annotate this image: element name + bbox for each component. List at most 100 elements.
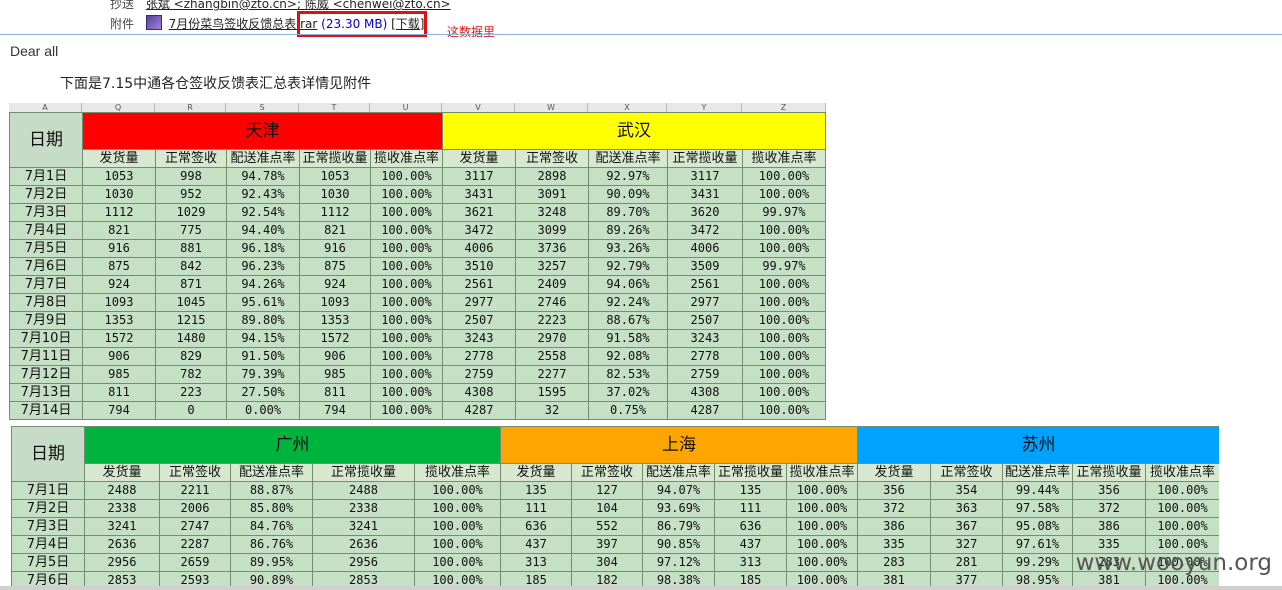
table-cell: 811 (299, 383, 371, 402)
column-header: 发货量 (500, 463, 572, 482)
date-cell: 7月12日 (9, 365, 83, 384)
spreadsheet-image-1: A Q R S T U V W X Y Z 日期 天津 武汉 发货量 正常签收 配送… (9, 103, 826, 420)
column-header: 正常揽收量 (714, 463, 787, 482)
cc-recipients[interactable]: 张斌 <zhangbin@zto.cn>; 陈威 <chenwei@zto.cn… (146, 0, 451, 11)
table-row: 7月13日 811 223 27.50% 811 100.00% 4308 1595 37.02… (9, 383, 826, 402)
table-cell: 111 (500, 499, 572, 518)
table-cell: 92.43% (226, 185, 300, 204)
table-cell: 32 (515, 401, 589, 420)
table-cell: 821 (82, 221, 156, 240)
table-cell: 100.00% (1145, 481, 1219, 500)
table-row: 7月9日 1353 1215 89.80% 1353 100.00% 2507 2223 88.… (9, 311, 826, 330)
column-header: 揽收准点率 (414, 463, 501, 482)
table-cell: 96.18% (226, 239, 300, 258)
table-cell: 2636 (84, 535, 160, 554)
table-cell: 100.00% (742, 275, 826, 294)
table-cell: 881 (155, 239, 227, 258)
table-cell: 3472 (442, 221, 516, 240)
table-cell: 0.00% (226, 401, 300, 420)
column-header: 正常揽收量 (1072, 463, 1146, 482)
table-cell: 99.29% (1002, 553, 1073, 572)
table-cell: 100.00% (370, 203, 443, 222)
table-cell: 92.79% (588, 257, 668, 276)
table-cell: 924 (82, 275, 156, 294)
city-header-tianjin: 天津 (82, 112, 443, 150)
column-header: 配送准点率 (1002, 463, 1073, 482)
col-letter: T (299, 103, 370, 112)
table-cell: 100.00% (414, 535, 501, 554)
table-cell: 100.00% (370, 275, 443, 294)
city-header-suzhou: 苏州 (857, 426, 1219, 464)
table-cell: 94.40% (226, 221, 300, 240)
table-cell: 1045 (155, 293, 227, 312)
column-header: 正常揽收量 (299, 149, 371, 168)
date-cell: 7月2日 (11, 499, 85, 518)
table-cell: 1353 (299, 311, 371, 330)
date-cell: 7月9日 (9, 311, 83, 330)
col-letter: U (370, 103, 442, 112)
city-header-guangzhou: 广州 (84, 426, 501, 464)
annotation-text: 这数据里 (447, 25, 496, 39)
table-cell: 2287 (159, 535, 231, 554)
table-row: 7月1日 1053 998 94.78% 1053 100.00% 3117 2898 92.9… (9, 167, 826, 186)
table-cell: 100.00% (370, 347, 443, 366)
table-cell: 4308 (667, 383, 743, 402)
table-cell: 552 (571, 517, 643, 536)
cc-label: 抄送 (110, 0, 135, 11)
table-cell: 842 (155, 257, 227, 276)
table-cell: 924 (299, 275, 371, 294)
table-cell: 100.00% (370, 365, 443, 384)
table-cell: 2778 (442, 347, 516, 366)
attachment-link[interactable]: 7月份菜鸟签收反馈总表.rar (169, 17, 318, 31)
date-cell: 7月7日 (9, 275, 83, 294)
table-cell: 99.44% (1002, 481, 1073, 500)
table-cell: 100.00% (370, 311, 443, 330)
table-cell: 91.58% (588, 329, 668, 348)
table-cell: 1053 (82, 167, 156, 186)
table-cell: 93.69% (642, 499, 715, 518)
sheet2-table: 日期 广州 上海 苏州 发货量 正常签收 配送准点率 正常揽收量 揽收准点率 发货量 正常签… (11, 426, 1219, 588)
table-cell: 104 (571, 499, 643, 518)
table-cell: 3248 (515, 203, 589, 222)
table-cell: 2488 (312, 481, 415, 500)
table-cell: 367 (930, 517, 1003, 536)
table-cell: 100.00% (786, 499, 858, 518)
table-cell: 1030 (82, 185, 156, 204)
table-cell: 2977 (442, 293, 516, 312)
sheet1-table: 日期 天津 武汉 发货量 正常签收 配送准点率 正常揽收量 揽收准点率 发货量 正常签收 配送… (9, 112, 826, 420)
table-cell: 100.00% (742, 347, 826, 366)
table-cell: 2561 (667, 275, 743, 294)
table-cell: 2746 (515, 293, 589, 312)
table-cell: 100.00% (370, 293, 443, 312)
table-cell: 4006 (667, 239, 743, 258)
date-cell: 7月6日 (9, 257, 83, 276)
table-cell: 372 (857, 499, 931, 518)
table-row: 7月1日 2488 2211 88.87% 2488 100.00% 135 127 94.07… (11, 481, 1219, 500)
table-cell: 327 (930, 535, 1003, 554)
column-header: 正常签收 (155, 149, 227, 168)
table-cell: 2659 (159, 553, 231, 572)
date-cell: 7月4日 (9, 221, 83, 240)
table-cell: 89.95% (230, 553, 313, 572)
table-cell: 2338 (84, 499, 160, 518)
table-cell: 2970 (515, 329, 589, 348)
table-cell: 281 (930, 553, 1003, 572)
table-cell: 90.85% (642, 535, 715, 554)
table-row: 7月6日 875 842 96.23% 875 100.00% 3510 3257 92.79%… (9, 257, 826, 276)
table-cell: 100.00% (742, 221, 826, 240)
table-row: 7月8日 1093 1045 95.61% 1093 100.00% 2977 2746 92.… (9, 293, 826, 312)
spreadsheet-image-2: 日期 广州 上海 苏州 发货量 正常签收 配送准点率 正常揽收量 揽收准点率 发货量 正常签… (11, 423, 1219, 588)
table-row: 7月2日 2338 2006 85.80% 2338 100.00% 111 104 93.69… (11, 499, 1219, 518)
table-cell: 372 (1072, 499, 1146, 518)
column-header: 正常揽收量 (312, 463, 415, 482)
col-letter: R (155, 103, 226, 112)
column-header: 正常揽收量 (667, 149, 743, 168)
table-cell: 3243 (667, 329, 743, 348)
table-cell: 906 (82, 347, 156, 366)
table-cell: 79.39% (226, 365, 300, 384)
table-cell: 1093 (299, 293, 371, 312)
table-cell: 88.67% (588, 311, 668, 330)
table-cell: 1595 (515, 383, 589, 402)
column-header: 发货量 (857, 463, 931, 482)
table-cell: 304 (571, 553, 643, 572)
